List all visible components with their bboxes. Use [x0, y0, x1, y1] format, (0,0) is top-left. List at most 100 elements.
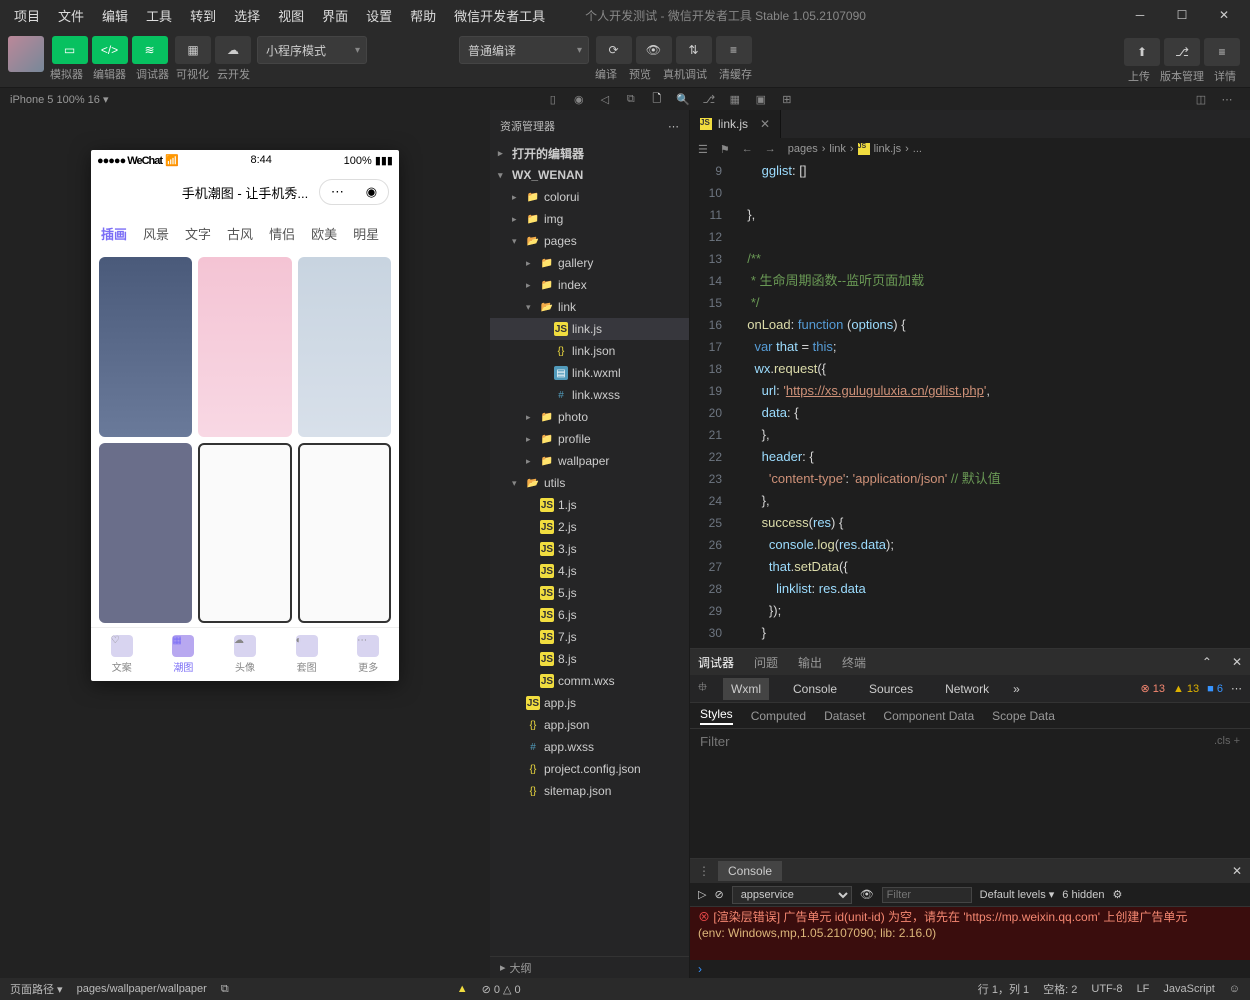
feedback-icon[interactable]: ☺ [1229, 983, 1240, 995]
console-scope-select[interactable]: appservice [732, 886, 852, 904]
more-icon[interactable]: ⋯ [1231, 682, 1242, 695]
chevron-up-icon[interactable]: ⌃ [1202, 655, 1212, 669]
tree-item-gallery[interactable]: ▸📁gallery [490, 252, 689, 274]
tree-item-wallpaper[interactable]: ▸📁wallpaper [490, 450, 689, 472]
explorer-section[interactable]: ▸打开的编辑器 [490, 142, 689, 164]
encoding-info[interactable]: UTF-8 [1091, 983, 1122, 995]
console-tab[interactable]: Console [718, 861, 782, 881]
tree-item-link-wxml[interactable]: ▤link.wxml [490, 362, 689, 384]
menu-project[interactable]: 项目 [6, 2, 48, 29]
files-icon[interactable]: 🗋 [644, 88, 670, 110]
menu-file[interactable]: 文件 [50, 2, 92, 29]
debugger-toggle[interactable]: ≋ [132, 36, 168, 64]
tree-item-2-js[interactable]: JS2.js [490, 516, 689, 538]
tab-sources[interactable]: Sources [861, 678, 921, 700]
panel-close-icon[interactable]: ✕ [1232, 655, 1242, 669]
mute-icon[interactable]: ◁ [592, 88, 618, 110]
tree-item-7-js[interactable]: JS7.js [490, 626, 689, 648]
menu-view[interactable]: 视图 [270, 2, 312, 29]
tree-item-colorui[interactable]: ▸📁colorui [490, 186, 689, 208]
cloud-dev-button[interactable]: ☁ [215, 36, 251, 64]
tab-console[interactable]: Console [785, 678, 845, 700]
visualize-button[interactable]: ▦ [175, 36, 211, 64]
error-count[interactable]: ⊗ 13 [1140, 682, 1165, 695]
tree-item-6-js[interactable]: JS6.js [490, 604, 689, 626]
breadcrumb-item[interactable]: link.js [874, 143, 902, 155]
tree-item-profile[interactable]: ▸📁profile [490, 428, 689, 450]
menu-select[interactable]: 选择 [226, 2, 268, 29]
tab-western[interactable]: 欧美 [309, 220, 339, 247]
menu-settings[interactable]: 设置 [358, 2, 400, 29]
menu-edit[interactable]: 编辑 [94, 2, 136, 29]
gallery-item[interactable] [198, 257, 291, 437]
split-icon[interactable]: ◫ [1188, 88, 1214, 110]
add-style-icon[interactable]: + [1234, 735, 1240, 747]
ext2-icon[interactable]: ▣ [748, 88, 774, 110]
tab-output[interactable]: 输出 [798, 654, 822, 671]
bookmark-icon[interactable]: ⚑ [720, 143, 730, 156]
tree-item-link-wxss[interactable]: #link.wxss [490, 384, 689, 406]
version-button[interactable]: ⎇ [1164, 38, 1200, 66]
clear-console-icon[interactable]: ▷ [698, 888, 706, 901]
menu-goto[interactable]: 转到 [182, 2, 224, 29]
gallery-item[interactable] [99, 443, 192, 623]
tree-item-sitemap-json[interactable]: {}sitemap.json [490, 780, 689, 802]
device-info[interactable]: iPhone 5 100% 16 ▾ [10, 93, 108, 106]
warning-count[interactable]: ▲ 13 [1173, 683, 1199, 695]
explorer-more-icon[interactable]: ⋯ [668, 120, 679, 133]
simulator-toggle[interactable]: ▭ [52, 36, 88, 64]
user-avatar[interactable] [8, 36, 44, 72]
cls-toggle[interactable]: .cls [1214, 735, 1231, 747]
tabbar-taotu[interactable]: ◐套图 [276, 628, 338, 681]
tab-problems[interactable]: 问题 [754, 654, 778, 671]
gallery-item[interactable] [198, 443, 291, 623]
tab-styles[interactable]: Styles [700, 707, 733, 725]
detail-button[interactable]: ≡ [1204, 38, 1240, 66]
tab-debugger[interactable]: 调试器 [698, 654, 734, 671]
styles-filter-input[interactable] [700, 734, 800, 749]
menu-help[interactable]: 帮助 [402, 2, 444, 29]
diagnostics[interactable]: ⊘ 0 △ 0 [482, 983, 521, 996]
search-icon[interactable]: 🔍 [670, 88, 696, 110]
real-device-button[interactable]: ⇅ [676, 36, 712, 64]
phone-icon[interactable]: ▯ [540, 88, 566, 110]
tabbar-more[interactable]: ⋯更多 [337, 628, 399, 681]
copy-icon[interactable]: ⧉ [221, 983, 229, 996]
eol-info[interactable]: LF [1137, 983, 1150, 995]
tree-item-link[interactable]: ▾📂link [490, 296, 689, 318]
breadcrumb-item[interactable]: pages [788, 143, 818, 155]
build-mode-select[interactable]: 普通编译 [459, 36, 589, 64]
tree-item-4-js[interactable]: JS4.js [490, 560, 689, 582]
minimize-button[interactable]: ─ [1120, 0, 1160, 30]
console-close-icon[interactable]: ✕ [1232, 864, 1242, 878]
editor-tab-linkjs[interactable]: JS link.js ✕ [690, 110, 781, 138]
tree-item-8-js[interactable]: JS8.js [490, 648, 689, 670]
editor-toggle[interactable]: </> [92, 36, 128, 64]
tree-item-link-js[interactable]: JSlink.js [490, 318, 689, 340]
ext1-icon[interactable]: ▦ [722, 88, 748, 110]
page-path[interactable]: pages/wallpaper/wallpaper [77, 983, 207, 995]
gallery-item[interactable] [298, 257, 391, 437]
tree-item-pages[interactable]: ▾📂pages [490, 230, 689, 252]
tabbar-chaotu[interactable]: ▦潮图 [153, 628, 215, 681]
breadcrumb-item[interactable]: ... [913, 143, 922, 155]
tree-item-app-js[interactable]: JSapp.js [490, 692, 689, 714]
tab-wxml[interactable]: Wxml [723, 678, 769, 700]
tab-terminal[interactable]: 终端 [842, 654, 866, 671]
breadcrumb-item[interactable]: link [829, 143, 846, 155]
language-mode[interactable]: JavaScript [1163, 983, 1214, 995]
cut-icon[interactable]: ⧉ [618, 88, 644, 110]
tab-scope-data[interactable]: Scope Data [992, 709, 1055, 723]
back-icon[interactable]: ← [742, 143, 753, 155]
tree-item-5-js[interactable]: JS5.js [490, 582, 689, 604]
tree-item-project-config-json[interactable]: {}project.config.json [490, 758, 689, 780]
preview-button[interactable]: 👁 [636, 36, 672, 64]
tree-item-app-json[interactable]: {}app.json [490, 714, 689, 736]
tab-ancient[interactable]: 古风 [225, 220, 255, 247]
tab-network[interactable]: Network [937, 678, 997, 700]
branch-icon[interactable]: ⎇ [696, 88, 722, 110]
gear-icon[interactable]: ⚙ [1113, 888, 1123, 901]
list-icon[interactable]: ☰ [698, 143, 708, 156]
close-button[interactable]: ✕ [1204, 0, 1244, 30]
cursor-position[interactable]: 行 1，列 1 [978, 981, 1029, 997]
